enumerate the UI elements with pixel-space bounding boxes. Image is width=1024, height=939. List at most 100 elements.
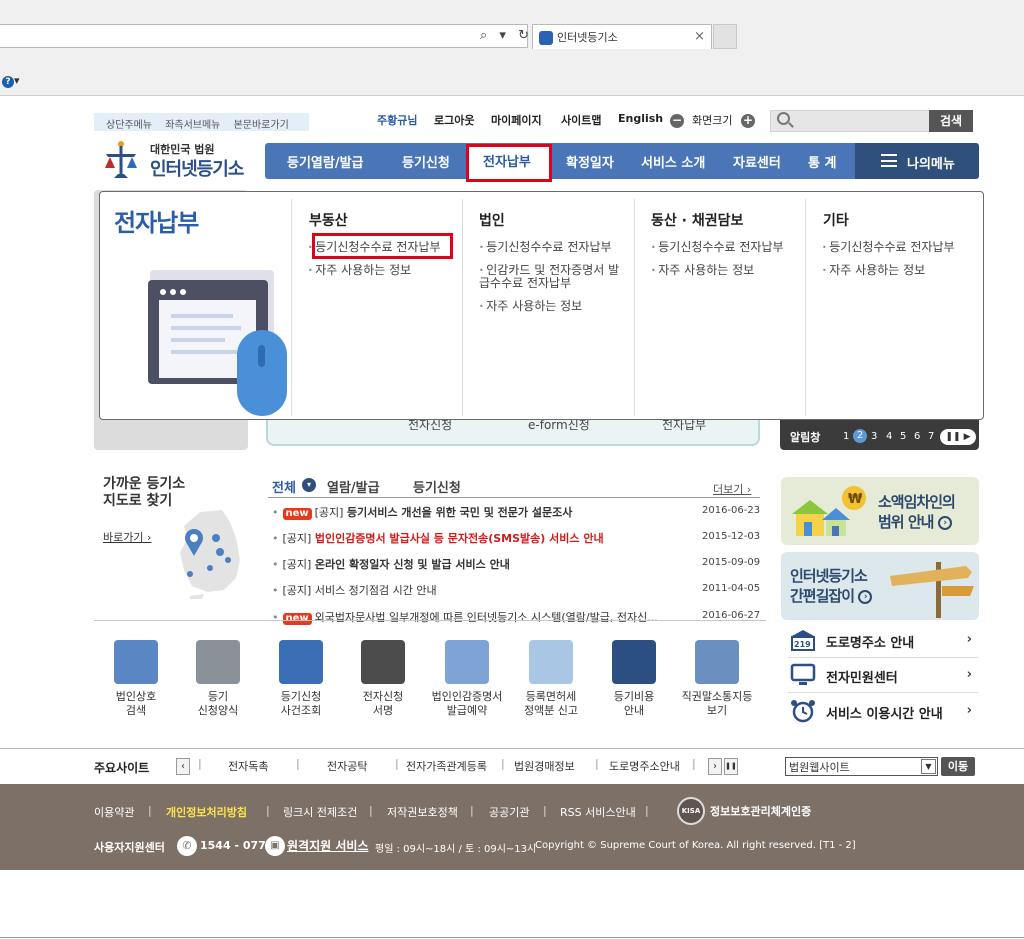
main-sites-pause-button[interactable]: ❚❚ [724,758,738,775]
road-address-guide[interactable]: 219 도로명주소 안내 › [788,624,978,658]
dd-head-real-estate: 부동산 [309,213,348,229]
alert-page-7[interactable]: 7 [928,431,934,442]
notice-tab-apply[interactable]: 등기신청 [413,477,461,496]
alert-page-6[interactable]: 6 [914,431,920,442]
remote-support-link[interactable]: 원격지원 서비스 [287,837,368,854]
small-tenant-banner-text[interactable]: 소액임차인의 범위 안내 › [878,492,956,532]
zoom-out-button[interactable]: − [670,114,684,128]
dd-link-other-fee[interactable]: 등기신청수수료 전자납부 [822,241,954,254]
alert-page-5[interactable]: 5 [900,431,906,442]
quick-e-signature[interactable]: 전자신청 서명 [343,640,423,718]
address-bar[interactable] [0,24,528,48]
court-sites-select[interactable]: 법원웹사이트 ▼ [785,757,938,776]
dd-link-movables-info[interactable]: 자주 사용하는 정보 [651,264,754,277]
gnb-data-center[interactable]: 자료센터 [733,152,781,171]
court-emblem-icon[interactable] [100,138,142,180]
site-link-e-deposit[interactable]: 전자공탁 [327,758,367,774]
notice-row[interactable]: • new [공지] 등기서비스 개선을 위한 국민 및 전문가 설문조사 [272,504,572,520]
alert-page-4[interactable]: 4 [886,431,892,442]
notice-tab-all[interactable]: 전체 [272,477,296,496]
my-menu-button[interactable]: 나의메뉴 [855,143,979,179]
alert-page-1[interactable]: 1 [843,431,849,442]
site-favicon-icon [539,31,553,45]
section-divider [94,620,766,621]
dd-link-other-info[interactable]: 자주 사용하는 정보 [822,264,925,277]
gnb-registry-apply[interactable]: 등기신청 [402,152,450,171]
main-sites-label: 주요사이트 [94,761,150,775]
dd-link-corporation-info[interactable]: 자주 사용하는 정보 [479,300,582,313]
quick-case-lookup[interactable]: 등기신청 사건조회 [261,640,341,718]
footer-privacy-link[interactable]: 개인정보처리방침 [166,804,247,820]
notice-row[interactable]: • [공지] 온라인 확정일자 신청 및 발급 서비스 안내 [272,556,510,572]
dd-link-real-estate-info[interactable]: 자주 사용하는 정보 [308,264,411,277]
quick-corp-name-search[interactable]: 법인상호 검색 [96,640,176,718]
service-hours-guide[interactable]: 서비스 이용시간 안내 › [788,695,978,729]
nearby-map-link[interactable]: 바로가기 › [103,529,151,545]
gnb-registry-view[interactable]: 등기열람/발급 [287,152,364,171]
korea-map-icon[interactable] [170,508,250,600]
address-bar-icons[interactable]: ⌕ ▾ ↻ [480,28,533,43]
svg-text:₩: ₩ [848,492,863,507]
column-divider [462,199,463,416]
notice-tab-view[interactable]: 열람/발급 [327,477,380,496]
go-button[interactable]: 이동 [941,757,975,776]
mypage-link[interactable]: 마이페이지 [491,112,542,128]
notice-row[interactable]: • [공지] 서비스 정기점검 시간 안내 [272,582,437,598]
sitemap-link[interactable]: 사이트맵 [561,112,601,128]
english-link[interactable]: English [618,112,663,125]
logo-title[interactable]: 인터넷등기소 [150,155,244,181]
quick-application-forms[interactable]: 등기 신청양식 [178,640,258,718]
quick-license-tax[interactable]: 등록면허세 정액분 신고 [511,640,591,718]
separator: | [645,804,649,817]
new-tab-button[interactable] [713,24,737,49]
dd-link-seal-card-fee[interactable]: 인감카드 및 전자증명서 발급수수료 전자납부 [479,264,629,290]
support-phone: 1544 - 0770 [200,839,274,852]
footer-rss-link[interactable]: RSS 서비스안내 [560,804,636,820]
search-input[interactable] [770,110,930,132]
help-menu-button[interactable]: ? ▾ [2,74,24,88]
alert-page-3[interactable]: 3 [871,431,877,442]
site-link-e-dunning[interactable]: 전자독촉 [228,758,268,774]
gnb-e-payment[interactable]: 전자납부 [483,151,531,170]
footer-public-agency[interactable]: 공공기관 [489,804,529,820]
alert-page-current[interactable]: 2 [853,429,867,443]
dropdown-title: 전자납부 [114,209,199,237]
notice-row[interactable]: • new 외국법자문사법 일부개정에 따른 인터넷등기소 시스템(열람/발급, 전… [272,609,658,625]
e-civil-center[interactable]: 전자민원센터 › [788,659,978,693]
quick-seal-cert-reservation[interactable]: 법인인감증명서 발급예약 [427,640,507,718]
skip-link-top-menu[interactable]: 상단주메뉴 [106,120,152,131]
browser-tab[interactable]: 인터넷등기소 × [532,24,712,49]
quick-cancellation-notice[interactable]: 직권말소통지등 보기 [677,640,757,718]
site-link-family-registry[interactable]: 전자가족관계등록 [406,758,487,774]
separator: | [296,757,300,770]
gnb-statistics[interactable]: 통 계 [808,152,836,171]
chevron-down-icon: ▾ [302,478,316,492]
tab-close-icon[interactable]: × [694,29,705,44]
main-sites-prev-button[interactable]: ‹ [176,758,190,775]
main-sites-next-button[interactable]: › [708,758,722,775]
easy-guide-banner-text[interactable]: 인터넷등기소 간편길잡이 › [790,566,873,606]
skip-link-left-menu[interactable]: 좌측서브메뉴 [165,120,220,131]
skip-link-content[interactable]: 본문바로가기 [234,120,289,131]
gnb-service-intro[interactable]: 서비스 소개 [641,152,705,171]
houses-coin-icon: ₩ [792,486,866,536]
footer-copyright-policy[interactable]: 저작권보호정책 [387,804,458,820]
arrow-right-icon: › [858,589,873,604]
quick-registry-cost[interactable]: 등기비용 안내 [594,640,674,718]
notice-more-link[interactable]: 더보기 › [713,481,751,497]
notice-divider [268,497,760,498]
dd-link-movables-fee[interactable]: 등기신청수수료 전자납부 [651,241,783,254]
footer-terms-link[interactable]: 이용약관 [94,804,134,820]
alert-play-pause-control[interactable]: ❚❚ ▶ [940,429,976,445]
browser-toolbar [0,0,1024,96]
footer-link-policy[interactable]: 링크시 전제조건 [283,804,357,820]
logout-link[interactable]: 로그아웃 [434,112,474,128]
gnb-fixed-date[interactable]: 확정일자 [566,152,614,171]
notice-row[interactable]: • [공지] 법인인감증명서 발급사실 등 문자전송(SMS발송) 서비스 안내 [272,530,604,546]
site-link-auction[interactable]: 법원경매정보 [514,758,575,774]
zoom-in-button[interactable]: + [741,114,755,128]
dd-link-corporation-fee[interactable]: 등기신청수수료 전자납부 [479,241,611,254]
site-link-road-address[interactable]: 도로명주소안내 [609,758,680,774]
page-bottom-border [0,937,1024,938]
search-button[interactable]: 검색 [929,110,973,132]
